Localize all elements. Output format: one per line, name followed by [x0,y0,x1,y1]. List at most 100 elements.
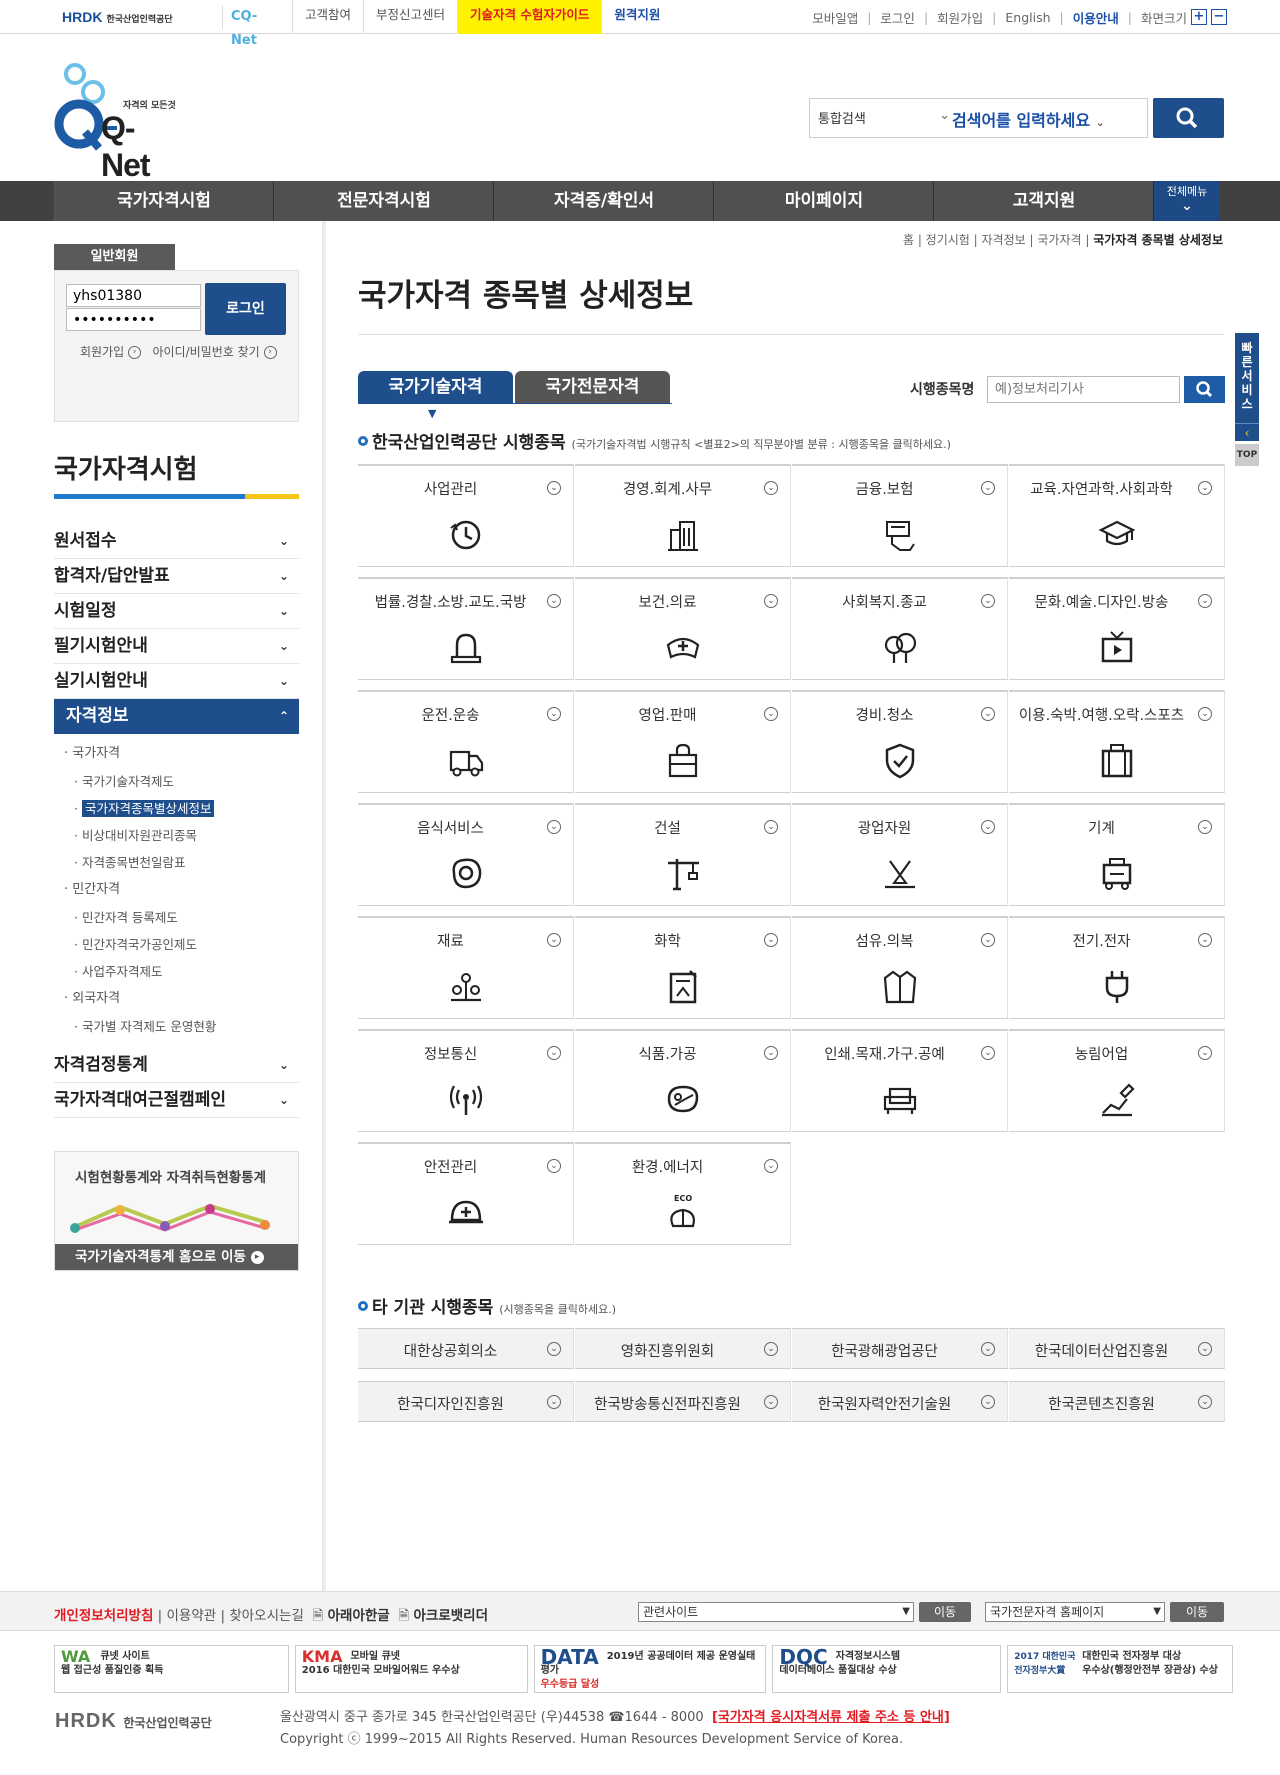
sidebar-sub-national[interactable]: · 국가자격 [54,740,299,768]
chevron-down-icon[interactable]: ⌄ [1198,481,1212,495]
chevron-down-icon[interactable]: ⌄ [764,1395,778,1409]
category-card[interactable]: 교육.자연과학.사회과학 ⌄ [1009,464,1225,567]
other-agency-item[interactable]: 한국방송통신전파진흥원 ⌄ [575,1381,791,1422]
sidebar-item-practical-exam[interactable]: 실기시험안내 ⌄ [54,664,299,699]
chevron-down-icon[interactable]: ⌄ [547,594,561,608]
other-agency-item[interactable]: 영화진흥위원회 ⌄ [575,1328,791,1369]
other-agency-item[interactable]: 한국디자인진흥원 ⌄ [358,1381,574,1422]
chevron-down-icon[interactable]: ⌄ [764,707,778,721]
sidebar-item-schedule[interactable]: 시험일정 ⌄ [54,594,299,629]
chevron-down-icon[interactable]: ⌄ [764,1159,778,1173]
top-link-remote[interactable]: 원격지원 [601,0,672,34]
global-search-button[interactable] [1153,98,1224,138]
chevron-down-icon[interactable]: ⌄ [547,481,561,495]
util-english[interactable]: English [1005,10,1050,25]
acrobat-reader-link[interactable]: 아크로뱃리더 [413,1608,488,1624]
gnb-mypage[interactable]: 마이페이지 [714,181,934,221]
category-card[interactable]: 건설 ⌄ [575,803,791,906]
zoom-in-button[interactable]: + [1191,9,1207,25]
chevron-down-icon[interactable]: ⌄ [1198,1395,1212,1409]
category-card[interactable]: 운전.운송 ⌄ [358,690,574,793]
chevron-down-icon[interactable]: ⌄ [547,1342,561,1356]
chevron-down-icon[interactable]: ⌄ [1198,820,1212,834]
sidebar-subsub-item[interactable]: · 비상대비자원관리종목 [54,822,299,849]
other-agency-item[interactable]: 한국데이터산업진흥원 ⌄ [1009,1328,1225,1369]
chevron-down-icon[interactable]: ⌄ [981,481,995,495]
gnb-national-exam[interactable]: 국가자격시험 [54,181,274,221]
category-card[interactable]: 정보통신 ⌄ [358,1029,574,1132]
tab-national-technical[interactable]: 국가기술자격 ▼ [358,371,513,419]
other-agency-item[interactable]: 한국광해광업공단 ⌄ [792,1328,1008,1369]
all-menu-button[interactable]: 전체메뉴 ⌄ [1154,181,1220,221]
category-card[interactable]: 문화.예술.디자인.방송 ⌄ [1009,577,1225,680]
chevron-down-icon[interactable]: ⌄ [981,933,995,947]
chevron-left-icon[interactable]: ‹ [1235,423,1259,441]
award-mobile[interactable]: KMA 모바일 큐넷 2016 대한민국 모바일어워드 우수상 [294,1645,528,1693]
cq-net-logo[interactable]: CQ-Net [222,5,282,48]
scroll-top-button[interactable]: TOP [1235,444,1259,466]
user-id-field[interactable] [66,284,201,307]
category-card[interactable]: 안전관리 ⌄ [358,1142,574,1245]
hrdk-logo[interactable]: HRDK 한국산업인력공단 [62,6,202,28]
join-link[interactable]: 회원가입 › [80,345,141,359]
top-link-guide[interactable]: 기술자격 수험자가이드 [457,0,602,34]
professional-sites-go-button[interactable]: 이동 [1170,1602,1224,1622]
util-login[interactable]: 로그인 [880,8,915,27]
top-link-customer[interactable]: 고객참여 [292,0,363,34]
terms-link[interactable]: 이용약관 [167,1608,217,1624]
category-card[interactable]: 사회복지.종교 ⌄ [792,577,1008,680]
util-join[interactable]: 회원가입 [937,8,983,27]
item-search-button[interactable] [1184,376,1225,403]
sidebar-subsub-item[interactable]: · 민간자격 등록제도 [54,904,299,931]
award-egov[interactable]: 2017 대한민국 전자정부大賞 대한민국 전자정부 대상 우수상(행정안전부 장관… [1007,1645,1234,1693]
chevron-down-icon[interactable]: ⌄ [547,1046,561,1060]
gnb-certificate[interactable]: 자격증/확인서 [494,181,714,221]
sidebar-subsub-item[interactable]: · 국가기술자격제도 [54,768,299,795]
chevron-down-icon[interactable]: ⌄ [547,707,561,721]
other-agency-item[interactable]: 한국콘텐츠진흥원 ⌄ [1009,1381,1225,1422]
category-card[interactable]: 보건.의료 ⌄ [575,577,791,680]
category-card[interactable]: 음식서비스 ⌄ [358,803,574,906]
tab-national-professional[interactable]: 국가전문자격 [515,371,670,404]
search-input[interactable]: 검색어를 입력하세요 ⌄ [952,107,1105,131]
chevron-down-icon[interactable]: ⌄ [764,933,778,947]
directions-link[interactable]: 찾아오시는길 [229,1608,304,1624]
category-card[interactable]: 재료 ⌄ [358,916,574,1019]
breadcrumb-item[interactable]: 국가자격 [1037,233,1081,247]
chevron-down-icon[interactable]: ⌄ [1198,1342,1212,1356]
document-notice-link[interactable]: [국가자격 응시자격서류 제출 주소 등 안내] [712,1710,950,1725]
sidebar-item-written-exam[interactable]: 필기시험안내 ⌄ [54,629,299,664]
chevron-down-icon[interactable]: ⌄ [981,594,995,608]
chevron-down-icon[interactable]: ⌄ [547,820,561,834]
category-card[interactable]: 농림어업 ⌄ [1009,1029,1225,1132]
util-mobile[interactable]: 모바일앱 [812,8,858,27]
chevron-down-icon[interactable]: ⌄ [764,481,778,495]
sidebar-subsub-item[interactable]: · 민간자격국가공인제도 [54,931,299,958]
other-agency-item[interactable]: 대한상공회의소 ⌄ [358,1328,574,1369]
category-card[interactable]: 경비.청소 ⌄ [792,690,1008,793]
sidebar-subsub-item[interactable]: · 자격종목변천일람표 [54,849,299,876]
chevron-down-icon[interactable]: ⌄ [1198,933,1212,947]
login-button[interactable]: 로그인 [205,283,286,335]
breadcrumb-item[interactable]: 정기시험 [926,233,970,247]
professional-sites-select[interactable]: 국가전문자격 홈페이지 ▼ [985,1602,1165,1622]
chevron-down-icon[interactable]: ⌄ [547,933,561,947]
category-card[interactable]: 법률.경찰.소방.교도.국방 ⌄ [358,577,574,680]
breadcrumb-item[interactable]: 자격정보 [982,233,1026,247]
sidebar-subsub-item[interactable]: · 국가별 자격제도 운영현황 [54,1013,299,1040]
sidebar-item-application[interactable]: 원서접수 ⌄ [54,524,299,559]
chevron-down-icon[interactable]: ⌄ [981,1342,995,1356]
category-card[interactable]: 영업.판매 ⌄ [575,690,791,793]
related-sites-select[interactable]: 관련사이트 ▼ [638,1602,914,1622]
chevron-down-icon[interactable]: ⌄ [764,594,778,608]
chevron-down-icon[interactable]: ⌄ [764,1342,778,1356]
related-sites-go-button[interactable]: 이동 [919,1602,971,1622]
category-card[interactable]: 기계 ⌄ [1009,803,1225,906]
breadcrumb-home[interactable]: 홈 [903,233,914,247]
statistics-home-button[interactable]: 국가기술자격통계 홈으로 이동 ▸ [55,1244,298,1270]
password-field[interactable] [66,308,201,331]
gnb-professional-exam[interactable]: 전문자격시험 [274,181,494,221]
chevron-down-icon[interactable]: ⌄ [1198,1046,1212,1060]
category-card[interactable]: 식품.가공 ⌄ [575,1029,791,1132]
statistics-banner[interactable]: 시험현황통계와 자격취득현황통계 국가기술자격통계 홈으로 이동 ▸ [54,1151,299,1271]
